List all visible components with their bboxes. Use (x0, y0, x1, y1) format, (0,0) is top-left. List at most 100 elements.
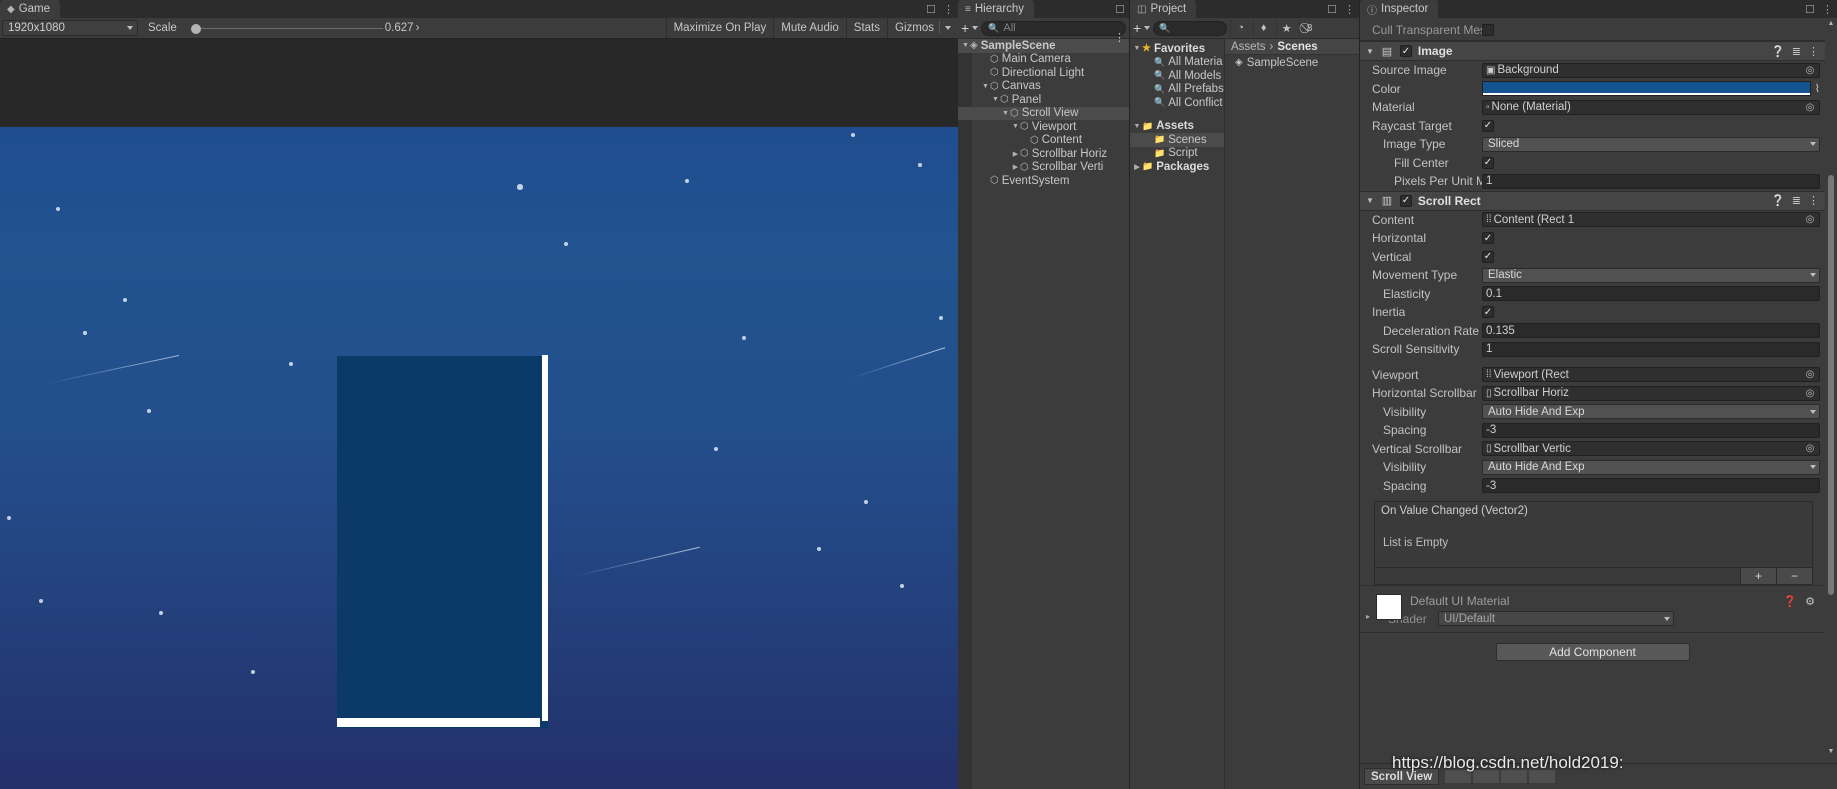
asset-item[interactable]: ◈ SampleScene (1225, 55, 1359, 70)
kebab-icon[interactable]: ⋮ (1808, 194, 1819, 207)
hierarchy-item-panel[interactable]: ▼ ⬡ Panel (958, 93, 1129, 107)
object-picker-icon[interactable]: ◎ (1804, 102, 1816, 113)
gizmos-chevron-down-icon[interactable] (945, 25, 951, 30)
breadcrumb-assets[interactable]: Assets (1231, 41, 1266, 53)
component-enabled-checkbox[interactable] (1399, 45, 1412, 57)
maximize-icon[interactable]: ☐ (1327, 3, 1337, 16)
project-tree-item-all-conflict[interactable]: 🔍 All Conflict (1130, 96, 1224, 110)
gear-icon[interactable]: ⚙ (1805, 595, 1815, 608)
hierarchy-item-scrollbar-verti[interactable]: ▶ ⬡ Scrollbar Verti (958, 161, 1129, 175)
viewport-object-field[interactable]: ⁞⁞ Viewport (Rect ◎ (1482, 367, 1820, 383)
object-picker-icon[interactable]: ◎ (1804, 214, 1816, 225)
vertical-scrollbar-object-field[interactable]: ▯ Scrollbar Vertic ◎ (1482, 441, 1820, 457)
image-type-dropdown[interactable]: Sliced (1482, 136, 1820, 152)
chevron-down-icon[interactable]: ▼ (1132, 123, 1142, 130)
chevron-right-icon[interactable]: ▶ (1132, 163, 1142, 171)
hierarchy-search-input[interactable]: 🔍 All (981, 20, 1126, 36)
visibility-dropdown[interactable]: Auto Hide And Exp (1482, 404, 1820, 420)
chevron-down-icon[interactable]: ▼ (1366, 196, 1374, 205)
shader-dropdown[interactable]: UI/Default (1438, 611, 1674, 626)
horizontal-checkbox[interactable] (1482, 232, 1494, 245)
material-object-field[interactable]: ▫ None (Material) ◎ (1482, 99, 1820, 115)
hierarchy-item-canvas[interactable]: ▼ ⬡ Canvas (958, 80, 1129, 94)
maximize-icon[interactable]: ☐ (1115, 3, 1125, 16)
chevron-right-icon[interactable]: ▶ (1011, 163, 1020, 171)
chevron-down-icon[interactable]: ▼ (1001, 110, 1010, 117)
chevron-down-icon[interactable]: ▼ (981, 83, 990, 90)
preset-icon[interactable]: ≣ (1792, 194, 1801, 207)
scale-slider[interactable] (183, 20, 383, 36)
horizontal-scrollbar-object-field[interactable]: ▯ Scrollbar Horiz ◎ (1482, 385, 1820, 401)
scroll-down-arrow-icon[interactable]: ▼ (1827, 748, 1835, 755)
elasticity-input[interactable]: 0.1 (1482, 286, 1820, 302)
object-picker-icon[interactable]: ◎ (1804, 388, 1816, 399)
maximize-icon[interactable]: ☐ (1805, 3, 1815, 16)
pixels-per-unit-mul-input[interactable]: 1 (1482, 173, 1820, 189)
project-tree-item-assets[interactable]: ▼ 📁 Assets (1130, 120, 1224, 134)
material-expand-arrow-icon[interactable]: ▸ (1366, 612, 1370, 621)
source-image-object-field[interactable]: ▣ Background ◎ (1482, 62, 1820, 78)
vertical-checkbox[interactable] (1482, 250, 1494, 263)
add-component-button[interactable]: Add Component (1495, 643, 1690, 661)
eyedropper-icon[interactable]: ⌇ (1815, 82, 1820, 95)
help-icon[interactable]: ❓ (1783, 595, 1797, 608)
favorite-star-icon[interactable]: ★ (1276, 19, 1296, 37)
project-tree-item-packages[interactable]: ▶ 📁 Packages (1130, 160, 1224, 174)
maximize-icon[interactable]: ☐ (926, 3, 936, 16)
scroll-sensitivity-input[interactable]: 1 (1482, 341, 1820, 357)
content-object-field[interactable]: ⁞⁞ Content (Rect 1 ◎ (1482, 212, 1820, 228)
project-tree-item-scenes[interactable]: 📁 Scenes (1130, 133, 1224, 147)
hierarchy-item-samplescene[interactable]: ▼ ◈ SampleScene (958, 39, 1129, 53)
chevron-down-icon[interactable]: ▼ (961, 42, 970, 49)
chevron-down-icon[interactable]: ▼ (991, 96, 1000, 103)
hierarchy-item-viewport[interactable]: ▼ ⬡ Viewport (958, 120, 1129, 134)
scrollbar-horizontal[interactable] (337, 718, 540, 727)
tab-hierarchy[interactable]: ≡ Hierarchy (958, 0, 1035, 18)
chevron-right-icon[interactable]: ▶ (1011, 150, 1020, 158)
kebab-icon[interactable]: ⋮ (1344, 3, 1355, 16)
packages-icon[interactable]: ◔ (1230, 19, 1250, 37)
tab-project[interactable]: ◫ Project (1130, 0, 1197, 18)
tab-game[interactable]: ◆ Game (0, 0, 61, 18)
resolution-dropdown[interactable]: 1920x1080 (2, 20, 138, 36)
spacing-input[interactable]: -3 (1482, 422, 1820, 438)
help-icon[interactable]: ❔ (1771, 45, 1785, 58)
fill-center-checkbox[interactable] (1482, 156, 1494, 169)
hierarchy-item-scroll-view[interactable]: ▼ ⬡ Scroll View (958, 106, 1129, 120)
mute-audio-button[interactable]: Mute Audio (773, 17, 846, 38)
chevron-down-icon[interactable]: ▼ (1132, 45, 1142, 52)
maximize-on-play-button[interactable]: Maximize On Play (665, 17, 774, 38)
project-tree-item-script[interactable]: 📁 Script (1130, 147, 1224, 161)
component-enabled-checkbox[interactable] (1399, 194, 1412, 207)
help-icon[interactable]: ❔ (1771, 194, 1785, 207)
kebab-icon[interactable]: ⋮ (1808, 45, 1819, 58)
deceleration-rate-input[interactable]: 0.135 (1482, 323, 1820, 339)
raycast-target-checkbox[interactable] (1482, 119, 1494, 132)
project-tree-item-all-models[interactable]: 🔍 All Models (1130, 69, 1224, 83)
project-tree-item-all-prefabs[interactable]: 🔍 All Prefabs (1130, 83, 1224, 97)
inspector-scroll-thumb[interactable] (1828, 175, 1834, 595)
scroll-up-arrow-icon[interactable]: ▲ (1827, 20, 1835, 27)
scroll-view-content-panel[interactable] (337, 356, 548, 728)
gizmos-button[interactable]: Gizmos (887, 17, 958, 38)
scrollbar-vertical[interactable] (542, 355, 548, 721)
hierarchy-add-button[interactable]: + (961, 21, 969, 35)
hidden-eye-icon[interactable]: ⃠ 8 (1299, 19, 1319, 37)
color-color-field[interactable] (1482, 81, 1811, 97)
visibility-dropdown[interactable]: Auto Hide And Exp (1482, 459, 1820, 475)
spacing-input[interactable]: -3 (1482, 478, 1820, 494)
inspector-scrollbar[interactable]: ▲ ▼ (1826, 20, 1836, 755)
hierarchy-item-content[interactable]: ⬡ Content (958, 134, 1129, 148)
hierarchy-item-directional-light[interactable]: ⬡ Directional Light (958, 66, 1129, 80)
hierarchy-row-kebab-icon[interactable]: ⋮ (1114, 31, 1125, 44)
chevron-down-icon[interactable]: ▼ (1366, 47, 1374, 56)
tab-inspector[interactable]: ⓘ Inspector (1360, 0, 1439, 18)
hierarchy-add-chevron-down-icon[interactable] (972, 26, 979, 30)
object-picker-icon[interactable]: ◎ (1804, 65, 1816, 76)
project-tree-item-all-materia[interactable]: 🔍 All Materia (1130, 56, 1224, 70)
chevron-down-icon[interactable]: ▼ (1011, 123, 1020, 130)
event-remove-button[interactable]: − (1776, 568, 1812, 584)
movement-type-dropdown[interactable]: Elastic (1482, 267, 1820, 283)
kebab-icon[interactable]: ⋮ (1822, 3, 1833, 16)
scale-slider-handle[interactable] (190, 24, 201, 34)
